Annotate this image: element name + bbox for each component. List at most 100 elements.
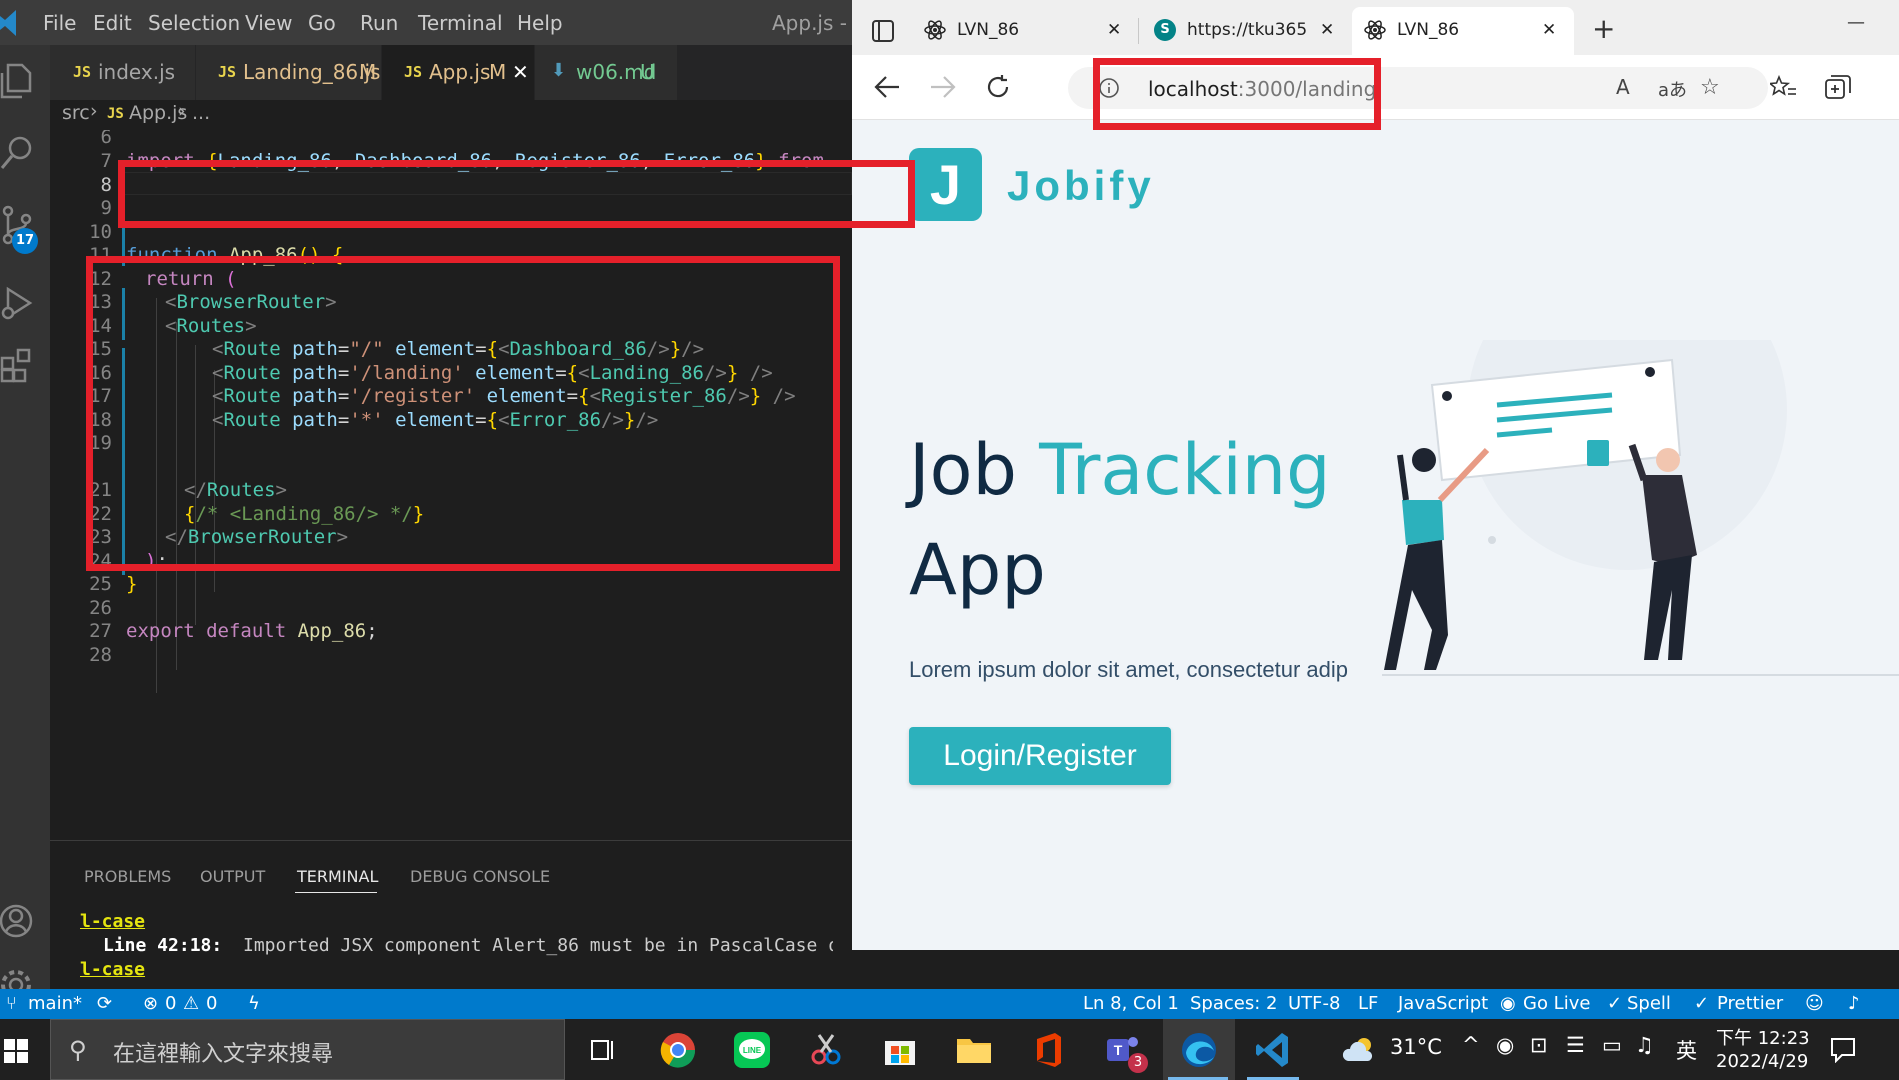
taskbar-search[interactable]: ⚲ 在這裡輸入文字來搜尋 (50, 1019, 565, 1080)
browser-tab-lvn-1[interactable]: LVN_86 ✕ (912, 7, 1132, 55)
notification-center-icon[interactable] (1830, 1037, 1856, 1063)
status-bar: ⑂ main* ⟳ ⊗ 0 ⚠ 0 ϟ Ln 8, Col 1 Spaces: … (0, 989, 1899, 1019)
snipping-tool-icon[interactable] (807, 1031, 845, 1069)
login-register-button[interactable]: Login/Register (909, 727, 1171, 785)
browser-tab-lvn-active[interactable]: LVN_86 ✕ (1352, 7, 1574, 55)
line-ending[interactable]: LF (1358, 993, 1378, 1014)
new-tab-button[interactable]: + (1592, 12, 1615, 45)
office-icon[interactable] (1029, 1031, 1067, 1069)
notifications-bell-icon[interactable]: ♪ (1848, 993, 1860, 1014)
browser-tab-sharepoint[interactable]: S https://tku365.sharep ✕ (1142, 7, 1342, 55)
js-file-icon: JS (73, 63, 92, 81)
error-count[interactable]: 0 (165, 993, 176, 1014)
close-tab-icon[interactable]: ✕ (1320, 20, 1334, 40)
line-number: 8 (100, 174, 112, 196)
minimize-button[interactable]: — (1847, 12, 1865, 33)
highlight-url (1093, 58, 1381, 130)
terminal-line: l-case (80, 959, 146, 980)
microsoft-store-icon[interactable] (881, 1031, 919, 1069)
translate-icon[interactable]: aあ (1658, 76, 1687, 102)
menu-edit[interactable]: Edit (93, 11, 132, 35)
modified-marker: M (359, 60, 377, 84)
prettier-status[interactable]: Prettier (1717, 993, 1783, 1014)
tab-index-js[interactable]: JS index.js (50, 45, 195, 100)
logo-text: Jobify (1007, 162, 1155, 209)
editor-tabs: JS index.js JS Landing_86.js M JS App.js… (50, 45, 852, 100)
read-aloud-icon[interactable]: A (1616, 75, 1630, 99)
check-icon: ✓ (1607, 993, 1623, 1014)
menu-terminal[interactable]: Terminal (418, 11, 503, 35)
tab-actions-icon[interactable] (872, 20, 894, 42)
breadcrumb-symbol[interactable]: ... (192, 102, 210, 124)
chrome-icon[interactable] (659, 1031, 697, 1069)
add-favorite-icon[interactable]: ☆ (1700, 75, 1720, 100)
tab-landing-js[interactable]: JS Landing_86.js M (196, 45, 381, 100)
terminal-line-location: Line 42:18: (103, 935, 223, 956)
panel-tab-problems[interactable]: PROBLEMS (84, 867, 171, 886)
volume-icon[interactable]: ♫ (1635, 1033, 1654, 1057)
menu-view[interactable]: View (245, 11, 292, 35)
explorer-icon[interactable] (0, 63, 32, 99)
line-app-icon[interactable]: LINE (733, 1031, 771, 1069)
weather-temperature[interactable]: 31°C (1390, 1035, 1442, 1059)
menu-file[interactable]: File (43, 11, 76, 35)
windows-start-icon[interactable] (4, 1039, 28, 1063)
sync-icon[interactable]: ⟳ (97, 993, 112, 1014)
highlight-routes-block (86, 256, 840, 571)
refresh-icon[interactable] (985, 74, 1011, 100)
spell-check[interactable]: Spell (1627, 993, 1671, 1014)
task-view-icon[interactable] (584, 1031, 622, 1069)
encoding[interactable]: UTF-8 (1288, 993, 1340, 1014)
vscode-logo-icon (0, 10, 16, 36)
go-live-button[interactable]: Go Live (1523, 993, 1590, 1014)
display-icon[interactable]: ⊡ (1530, 1033, 1548, 1057)
search-icon[interactable] (0, 135, 34, 171)
panel-tab-output[interactable]: OUTPUT (200, 867, 265, 886)
back-arrow-icon[interactable] (874, 75, 900, 99)
git-branch[interactable]: main* (28, 993, 82, 1014)
close-tab-icon[interactable]: ✕ (512, 60, 529, 84)
menu-go[interactable]: Go (308, 11, 336, 35)
js-file-icon: JS (404, 63, 423, 81)
activity-bar: 17 (0, 45, 50, 1019)
collections-icon[interactable] (1825, 75, 1851, 99)
file-explorer-icon[interactable] (955, 1031, 993, 1069)
warning-icon: ⚠ (183, 993, 200, 1014)
panel-tab-terminal[interactable]: TERMINAL (297, 867, 378, 886)
menu-selection[interactable]: Selection (148, 11, 240, 35)
line-number: 25 (89, 573, 112, 595)
menu-help[interactable]: Help (517, 11, 563, 35)
line-number: 28 (89, 644, 112, 666)
tab-app-js[interactable]: JS App.js M ✕ (382, 45, 534, 100)
edge-icon[interactable] (1180, 1031, 1218, 1069)
vscode-taskbar-icon[interactable] (1254, 1031, 1292, 1069)
chevron-up-icon[interactable]: ^ (1462, 1033, 1480, 1057)
feedback-icon[interactable]: ☺ (1805, 993, 1824, 1014)
panel-tab-debug-console[interactable]: DEBUG CONSOLE (410, 867, 550, 886)
favorites-icon[interactable] (1770, 75, 1796, 99)
warning-count[interactable]: 0 (206, 993, 217, 1014)
tab-w06-md[interactable]: ⬇ w06.md U (535, 45, 677, 100)
language-mode[interactable]: JavaScript (1398, 993, 1488, 1014)
record-icon[interactable]: ◉ (1496, 1033, 1514, 1057)
clock-date[interactable]: 2022/4/29 (1716, 1051, 1808, 1072)
close-tab-icon[interactable]: ✕ (1542, 20, 1556, 40)
run-debug-icon[interactable] (0, 285, 34, 321)
close-tab-icon[interactable]: ✕ (1107, 20, 1121, 40)
forward-arrow-icon[interactable] (930, 75, 956, 99)
cursor-position[interactable]: Ln 8, Col 1 (1083, 993, 1179, 1014)
error-icon: ⊗ (143, 993, 159, 1014)
accounts-icon[interactable] (0, 903, 34, 939)
menu-run[interactable]: Run (360, 11, 398, 35)
ime-indicator[interactable]: 英 (1676, 1035, 1697, 1065)
extensions-icon[interactable] (0, 348, 34, 384)
battery-icon[interactable]: ▭ (1602, 1033, 1622, 1057)
clock-time[interactable]: 下午 12:23 (1716, 1024, 1810, 1050)
breadcrumb-folder[interactable]: src (62, 102, 90, 124)
weather-cloud-icon[interactable] (1342, 1035, 1376, 1063)
search-icon: ⚲ (69, 1036, 87, 1064)
svg-text:LINE: LINE (743, 1046, 762, 1055)
lightning-icon[interactable]: ϟ (248, 993, 260, 1014)
wifi-icon[interactable]: ☰ (1566, 1033, 1585, 1057)
indentation[interactable]: Spaces: 2 (1190, 993, 1277, 1014)
